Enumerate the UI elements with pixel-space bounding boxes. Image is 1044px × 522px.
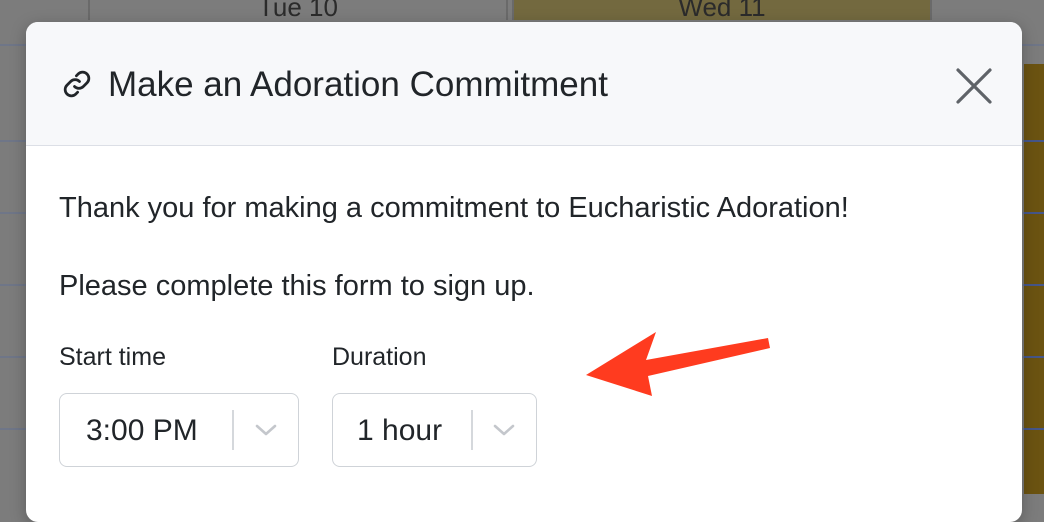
link-icon: [63, 70, 91, 98]
duration-value: 1 hour: [357, 414, 443, 447]
instruction-text: Please complete this form to sign up.: [59, 270, 535, 302]
chevron-down-icon: [255, 424, 277, 436]
select-separator: [232, 410, 234, 450]
calendar-gridline: [1024, 428, 1044, 430]
chevron-down-icon: [493, 424, 515, 436]
start-time-select[interactable]: 3:00 PM: [59, 393, 299, 467]
calendar-gridline: [1024, 284, 1044, 286]
calendar-day-header-wed: Wed 11: [512, 0, 932, 20]
calendar-gridline: [1024, 212, 1044, 214]
commitment-modal: Make an Adoration Commitment Thank you f…: [26, 22, 1022, 522]
annotation-arrow-icon: [586, 332, 770, 396]
start-time-label: Start time: [59, 343, 166, 371]
calendar-gridline: [1024, 140, 1044, 142]
duration-label: Duration: [332, 343, 427, 371]
calendar-gridline: [1024, 356, 1044, 358]
close-icon: [956, 68, 992, 104]
duration-select[interactable]: 1 hour: [332, 393, 537, 467]
modal-header: Make an Adoration Commitment: [26, 22, 1022, 146]
close-button[interactable]: [954, 66, 994, 106]
select-separator: [471, 410, 473, 450]
calendar-day-header-tue: Tue 10: [88, 0, 508, 20]
thank-you-text: Thank you for making a commitment to Euc…: [59, 192, 849, 224]
modal-title: Make an Adoration Commitment: [108, 65, 608, 104]
start-time-value: 3:00 PM: [86, 414, 198, 447]
